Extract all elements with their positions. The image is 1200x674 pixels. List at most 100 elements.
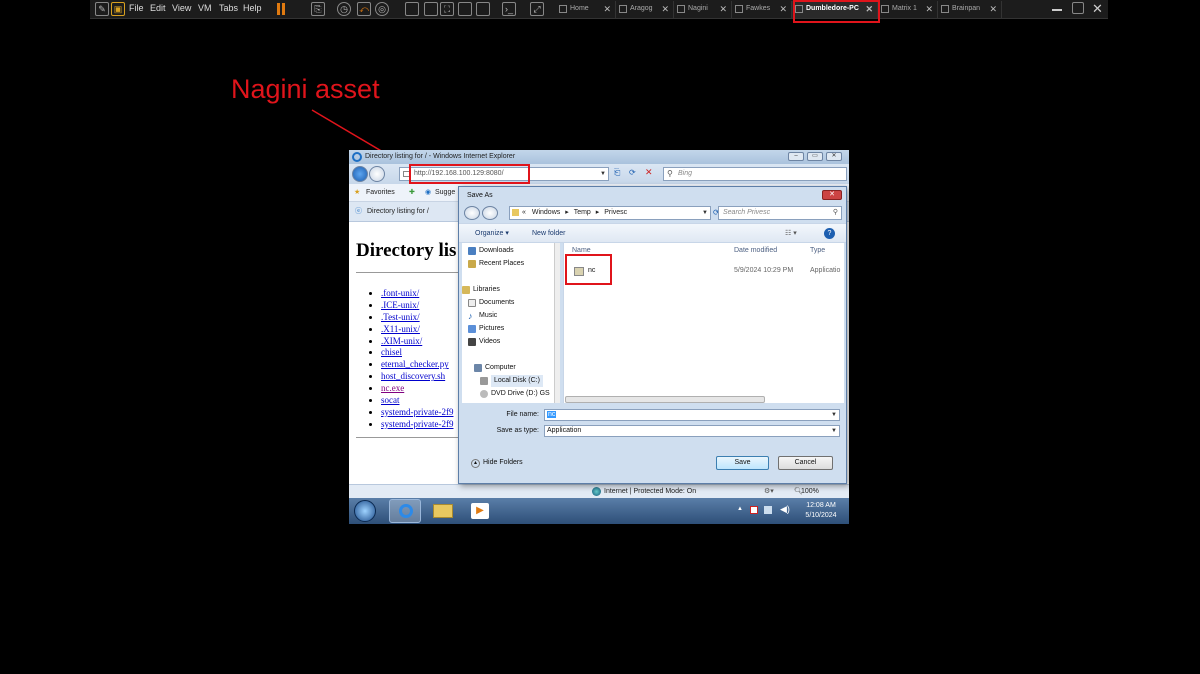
taskbar-explorer-icon[interactable] bbox=[433, 504, 453, 518]
save-button[interactable]: Save bbox=[716, 456, 769, 470]
search-input[interactable]: Search Privesc ⚲ bbox=[718, 206, 842, 220]
taskbar-ie-icon[interactable] bbox=[389, 499, 421, 523]
sidebar-item-libraries[interactable]: Libraries bbox=[462, 284, 500, 296]
list-item[interactable]: .font-unix/ bbox=[381, 288, 453, 300]
chevron-right-icon[interactable]: ▸ bbox=[565, 209, 569, 216]
pause-icon[interactable] bbox=[277, 3, 280, 15]
sidebar-item-downloads[interactable]: Downloads bbox=[468, 245, 514, 257]
protected-mode-icon[interactable]: ⚙▾ bbox=[764, 485, 774, 498]
back-arrow-icon[interactable] bbox=[464, 206, 480, 220]
menu-tabs[interactable]: Tabs bbox=[219, 3, 238, 13]
close-icon[interactable]: ✕ bbox=[925, 1, 933, 17]
menu-help[interactable]: Help bbox=[243, 3, 262, 13]
list-item[interactable]: systemd-private-2f9 bbox=[381, 419, 453, 431]
scrollbar-vertical[interactable] bbox=[554, 243, 560, 403]
forward-arrow-icon[interactable] bbox=[369, 166, 385, 182]
help-icon[interactable]: ? bbox=[824, 228, 835, 239]
breadcrumb[interactable]: « Windows ▸ Temp ▸ Privesc ▼ bbox=[509, 206, 711, 220]
maximize-button[interactable]: ▭ bbox=[807, 152, 823, 161]
add-favorite-icon[interactable]: ✚ bbox=[409, 184, 415, 202]
scrollbar-horizontal[interactable] bbox=[459, 396, 846, 403]
chevron-up-icon[interactable]: ▲ bbox=[737, 506, 743, 512]
menu-vm[interactable]: VM bbox=[198, 3, 212, 13]
breadcrumb-temp[interactable]: Temp bbox=[574, 209, 591, 216]
thumbnail-bar-icon[interactable] bbox=[424, 2, 438, 16]
list-item[interactable]: .ICE-unix/ bbox=[381, 300, 453, 312]
tab-fawkes[interactable]: Fawkes ✕ bbox=[732, 1, 792, 18]
list-item[interactable]: .XIM-unix/ bbox=[381, 336, 453, 348]
breadcrumb-privesc[interactable]: Privesc bbox=[604, 209, 627, 216]
vm-screen[interactable]: Directory listing for / - Windows Intern… bbox=[349, 150, 849, 524]
snapshot-revert-icon[interactable]: ⤺ bbox=[357, 2, 371, 16]
snapshot-manager-icon[interactable]: ◎ bbox=[375, 2, 389, 16]
tab-nagini[interactable]: Nagini ✕ bbox=[674, 1, 732, 18]
tab-brainpan[interactable]: Brainpan ✕ bbox=[938, 1, 1002, 18]
stretch-icon[interactable] bbox=[476, 2, 490, 16]
pin-icon[interactable]: ✎ bbox=[95, 2, 109, 16]
tab-aragog[interactable]: Aragog ✕ bbox=[616, 1, 674, 18]
list-item[interactable]: host_discovery.sh bbox=[381, 371, 453, 383]
chevron-right-icon[interactable]: ▸ bbox=[596, 209, 600, 216]
restore-icon[interactable] bbox=[1072, 2, 1084, 14]
hide-folders-button[interactable]: Hide Folders bbox=[483, 459, 523, 466]
chevron-down-icon[interactable]: ▼ bbox=[600, 168, 606, 180]
close-icon[interactable]: ✕ bbox=[603, 1, 611, 17]
clock-date[interactable]: 5/10/2024 bbox=[801, 512, 841, 519]
new-folder-button[interactable]: New folder bbox=[532, 224, 565, 243]
sidebar-item-music[interactable]: ♪ Music bbox=[468, 310, 497, 322]
zoom-level[interactable]: 100% bbox=[801, 485, 819, 498]
file-name-input[interactable]: nc ▼ bbox=[544, 409, 840, 421]
clock-time[interactable]: 12:08 AM bbox=[801, 502, 841, 509]
start-button[interactable] bbox=[354, 500, 376, 522]
menu-edit[interactable]: Edit bbox=[150, 3, 166, 13]
column-header-date-modified[interactable]: Date modified bbox=[734, 247, 777, 254]
list-item[interactable]: nc.exe bbox=[381, 383, 453, 395]
view-options-icon[interactable]: ☷ ▾ bbox=[785, 224, 797, 243]
save-type-select[interactable]: Application ▼ bbox=[544, 425, 840, 437]
close-icon[interactable]: ✕ bbox=[779, 1, 787, 17]
suggested-sites-link[interactable]: Sugge bbox=[435, 184, 455, 202]
view-settings-icon[interactable]: ⤢ bbox=[530, 2, 544, 16]
forward-arrow-icon[interactable] bbox=[482, 206, 498, 220]
send-ctrl-alt-del-icon[interactable]: ⎘ bbox=[311, 2, 325, 16]
refresh-icon[interactable]: ⟳ bbox=[629, 168, 636, 177]
show-library-icon[interactable] bbox=[405, 2, 419, 16]
list-item[interactable]: chisel bbox=[381, 347, 453, 359]
list-item[interactable]: .X11-unix/ bbox=[381, 324, 453, 336]
ie-tab[interactable]: Directory listing for / bbox=[367, 202, 429, 222]
sidebar-item-computer[interactable]: Computer bbox=[474, 362, 516, 374]
chevron-down-icon[interactable]: ▼ bbox=[831, 410, 837, 420]
chevron-up-icon[interactable]: ▴ bbox=[471, 459, 480, 468]
breadcrumb-windows[interactable]: Windows bbox=[532, 209, 560, 216]
chevron-down-icon[interactable]: ▼ bbox=[702, 207, 708, 219]
scrollbar-thumb[interactable] bbox=[565, 396, 765, 403]
menu-file[interactable]: File bbox=[129, 3, 144, 13]
sidebar-item-recent-places[interactable]: Recent Places bbox=[468, 258, 524, 270]
list-item[interactable]: eternal_checker.py bbox=[381, 359, 453, 371]
network-icon[interactable] bbox=[764, 506, 772, 514]
close-icon[interactable]: ✕ bbox=[719, 1, 727, 17]
favorites-button[interactable]: Favorites bbox=[366, 184, 395, 202]
list-item[interactable]: .Test-unix/ bbox=[381, 312, 453, 324]
stop-icon[interactable]: ✕ bbox=[645, 167, 653, 178]
close-icon[interactable]: ✕ bbox=[661, 1, 669, 17]
minimize-icon[interactable] bbox=[1052, 9, 1062, 11]
dialog-close-button[interactable]: ✕ bbox=[822, 190, 842, 200]
tab-home[interactable]: Home ✕ bbox=[556, 1, 616, 18]
close-window-icon[interactable]: ✕ bbox=[1092, 1, 1103, 17]
search-input[interactable]: ⚲ Bing bbox=[663, 167, 847, 181]
column-header-type[interactable]: Type bbox=[810, 247, 825, 254]
taskbar-media-player-icon[interactable]: ▶ bbox=[471, 503, 489, 519]
volume-icon[interactable]: ◀) bbox=[780, 504, 790, 515]
console-icon[interactable]: ›_ bbox=[502, 2, 516, 16]
snapshot-clock-icon[interactable]: ◷ bbox=[337, 2, 351, 16]
minimize-button[interactable]: – bbox=[788, 152, 804, 161]
sidebar-item-documents[interactable]: Documents bbox=[468, 297, 514, 309]
list-item[interactable]: systemd-private-2f9 bbox=[381, 407, 453, 419]
close-icon[interactable]: ✕ bbox=[989, 1, 997, 17]
back-arrow-icon[interactable] bbox=[352, 166, 368, 182]
compatibility-icon[interactable]: ⎗ bbox=[614, 168, 620, 178]
close-button[interactable]: ✕ bbox=[826, 152, 842, 161]
chevron-down-icon[interactable]: ▼ bbox=[831, 426, 837, 436]
fullscreen-icon[interactable]: ⛶ bbox=[440, 2, 454, 16]
